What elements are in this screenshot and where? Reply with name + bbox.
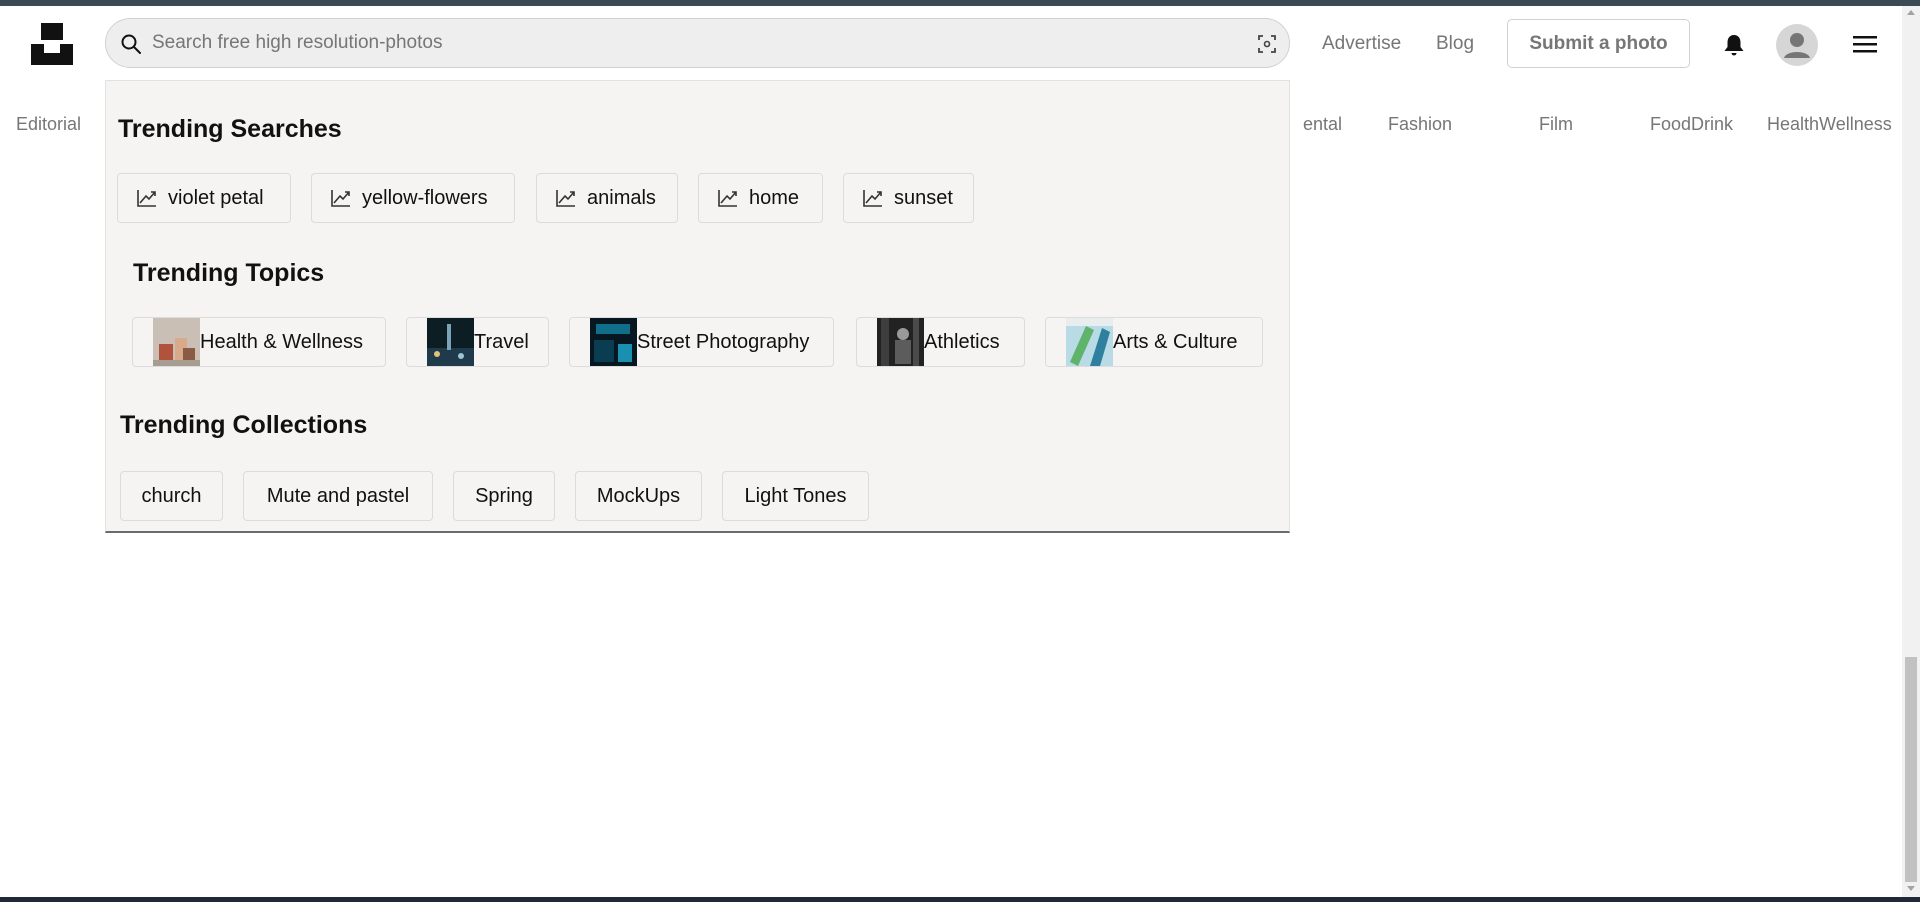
trending-icon — [137, 190, 156, 207]
chip-label: yellow-flowers — [362, 186, 488, 209]
trending-searches-title: Trending Searches — [118, 115, 342, 143]
topic-link-fashion[interactable]: Fashion — [1388, 114, 1452, 135]
advertise-link[interactable]: Advertise — [1322, 33, 1401, 55]
hamburger-menu-icon[interactable] — [1852, 32, 1878, 56]
trending-topic-chip[interactable]: Travel — [406, 317, 549, 367]
trending-icon — [718, 190, 737, 207]
search-icon[interactable] — [120, 33, 142, 55]
topic-label: Health & Wellness — [200, 330, 364, 353]
topic-label: Arts & Culture — [1113, 330, 1238, 353]
chip-label: violet petal — [168, 186, 264, 209]
trending-search-chip[interactable]: animals — [536, 173, 678, 223]
topic-label: Street Photography — [637, 330, 810, 353]
avatar[interactable] — [1776, 24, 1818, 66]
search-input[interactable] — [152, 19, 1212, 67]
scrollbar-thumb[interactable] — [1905, 657, 1917, 882]
topic-thumbnail — [590, 318, 637, 366]
submit-photo-button[interactable]: Submit a photo — [1507, 19, 1690, 68]
trending-topic-chip[interactable]: Arts & Culture — [1045, 317, 1263, 367]
bell-icon[interactable] — [1721, 32, 1747, 58]
trending-icon — [331, 190, 350, 207]
trending-search-chip[interactable]: yellow-flowers — [311, 173, 515, 223]
topic-link-film[interactable]: Film — [1539, 114, 1573, 135]
topic-thumbnail — [1066, 318, 1113, 366]
trending-topic-chip[interactable]: Health & Wellness — [132, 317, 386, 367]
chip-label: sunset — [894, 186, 953, 209]
search-bar[interactable] — [105, 18, 1290, 68]
search-suggestions-dropdown: Trending Searches violet petal yellow-fl… — [105, 80, 1290, 533]
trending-topic-chip[interactable]: Athletics — [856, 317, 1025, 367]
trending-collection-chip[interactable]: Spring — [453, 471, 555, 521]
scroll-up-arrow-icon[interactable] — [1907, 10, 1915, 15]
topic-link-healthwellness[interactable]: HealthWellness — [1767, 114, 1892, 135]
topic-link-environmental[interactable]: ental — [1303, 114, 1342, 135]
trending-search-chip[interactable]: violet petal — [117, 173, 291, 223]
topic-thumbnail — [877, 318, 924, 366]
trending-icon — [863, 190, 882, 207]
taskbar-strip — [0, 897, 1920, 902]
chip-label: home — [749, 186, 800, 209]
trending-search-chip[interactable]: home — [698, 173, 823, 223]
topic-link-fooddrink[interactable]: FoodDrink — [1650, 114, 1733, 135]
unsplash-logo[interactable] — [31, 23, 73, 65]
trending-collections-title: Trending Collections — [120, 411, 368, 439]
trending-topics-title: Trending Topics — [133, 259, 325, 287]
topic-thumbnail — [153, 318, 200, 366]
trending-collection-chip[interactable]: Light Tones — [722, 471, 869, 521]
page-scrollbar[interactable] — [1902, 6, 1920, 897]
topic-label: Athletics — [924, 330, 1000, 353]
trending-topic-chip[interactable]: Street Photography — [569, 317, 834, 367]
blog-link[interactable]: Blog — [1436, 33, 1474, 55]
trending-collection-chip[interactable]: church — [120, 471, 223, 521]
trending-collection-chip[interactable]: Mute and pastel — [243, 471, 433, 521]
topic-link-editorial[interactable]: Editorial — [16, 114, 81, 135]
trending-collection-chip[interactable]: MockUps — [575, 471, 702, 521]
topic-label: Travel — [474, 330, 529, 353]
trending-icon — [556, 190, 575, 207]
topic-thumbnail — [427, 318, 474, 366]
site-header: Advertise Blog Submit a photo — [0, 6, 1902, 82]
scroll-down-arrow-icon[interactable] — [1907, 886, 1915, 891]
user-icon — [1784, 33, 1810, 58]
chip-label: animals — [587, 186, 656, 209]
trending-search-chip[interactable]: sunset — [843, 173, 974, 223]
visual-search-icon[interactable] — [1256, 33, 1278, 55]
